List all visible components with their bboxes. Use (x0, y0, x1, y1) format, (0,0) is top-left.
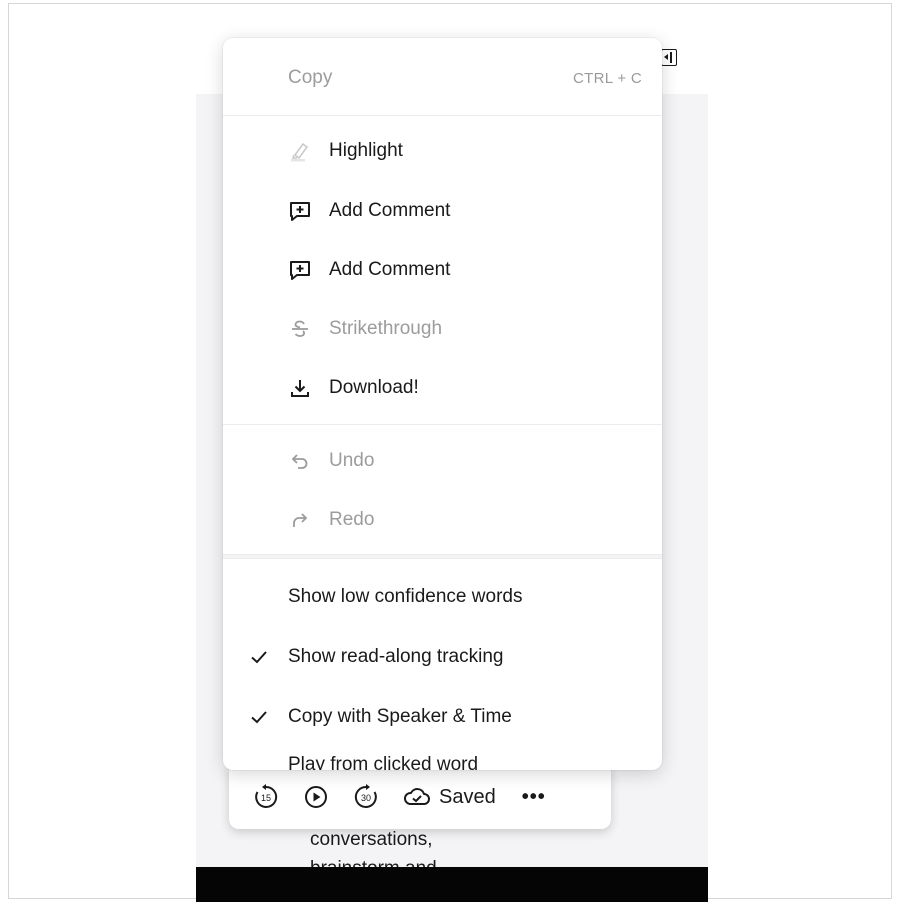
rewind-15-button[interactable]: 15 (253, 784, 279, 810)
menu-item-label: Add Comment (329, 259, 451, 280)
checkmark-icon (259, 764, 265, 770)
undo-icon (289, 450, 311, 472)
menu-item-label: Download! (329, 377, 419, 398)
toggle-copy-speaker-time[interactable]: Copy with Speaker & Time (223, 689, 662, 745)
menu-item-label: Copy (288, 67, 333, 88)
menu-item-label: Highlight (329, 140, 403, 161)
bottom-bar (196, 867, 708, 902)
menu-item-label: Strikethrough (329, 318, 443, 339)
forward-label: 30 (361, 793, 371, 803)
transcript-line: conversations, (310, 829, 433, 850)
menu-item-add-comment[interactable]: Add Comment (223, 242, 662, 298)
add-comment-icon (289, 259, 311, 281)
menu-item-label: Show low confidence words (288, 586, 523, 607)
menu-item-add-comment[interactable]: Add Comment (223, 183, 662, 239)
cloud-check-icon (404, 788, 430, 805)
rewind-15-icon: 15 (255, 784, 278, 808)
forward-30-button[interactable]: 30 (353, 784, 379, 810)
copy-shortcut: CTRL + C (573, 69, 642, 87)
strikethrough-icon (289, 318, 311, 340)
checkmark-icon (249, 707, 269, 727)
menu-item-copy[interactable]: Copy CTRL + C (223, 50, 662, 106)
audio-player-bar: 15 30 Saved ••• (229, 762, 611, 829)
menu-item-partial[interactable]: Play from clicked word (288, 754, 478, 770)
menu-item-label: Show read-along tracking (288, 646, 504, 667)
add-comment-icon (289, 200, 311, 222)
toggle-read-along-tracking[interactable]: Show read-along tracking (223, 629, 662, 685)
play-button[interactable] (303, 784, 329, 810)
menu-divider (223, 424, 662, 425)
menu-item-label: Redo (329, 509, 375, 530)
play-icon (305, 786, 327, 808)
transcript-line-partial: brainstorm and (310, 858, 437, 867)
menu-divider (223, 554, 662, 559)
rewind-label: 15 (261, 793, 271, 803)
toggle-low-confidence-words[interactable]: Show low confidence words (223, 569, 662, 625)
saved-label: Saved (439, 785, 496, 808)
context-menu: Copy CTRL + C Highlight Add Comment Add … (223, 38, 662, 770)
panel-toggle-icon[interactable] (661, 49, 677, 66)
forward-30-icon: 30 (354, 784, 377, 808)
menu-item-label: Undo (329, 450, 375, 471)
menu-item-label: Copy with Speaker & Time (288, 706, 512, 727)
menu-item-label: Add Comment (329, 200, 451, 221)
menu-item-strikethrough[interactable]: Strikethrough (223, 301, 662, 357)
more-options-button[interactable]: ••• (522, 786, 546, 809)
menu-item-undo[interactable]: Undo (223, 433, 662, 489)
menu-item-redo[interactable]: Redo (223, 492, 662, 548)
menu-divider (223, 115, 662, 116)
menu-item-download[interactable]: Download! (223, 360, 662, 416)
highlighter-icon (289, 140, 311, 162)
saved-status[interactable]: Saved (403, 786, 496, 809)
menu-item-highlight[interactable]: Highlight (223, 123, 662, 179)
download-icon (289, 377, 311, 399)
redo-icon (289, 509, 311, 531)
checkmark-icon (249, 647, 269, 667)
